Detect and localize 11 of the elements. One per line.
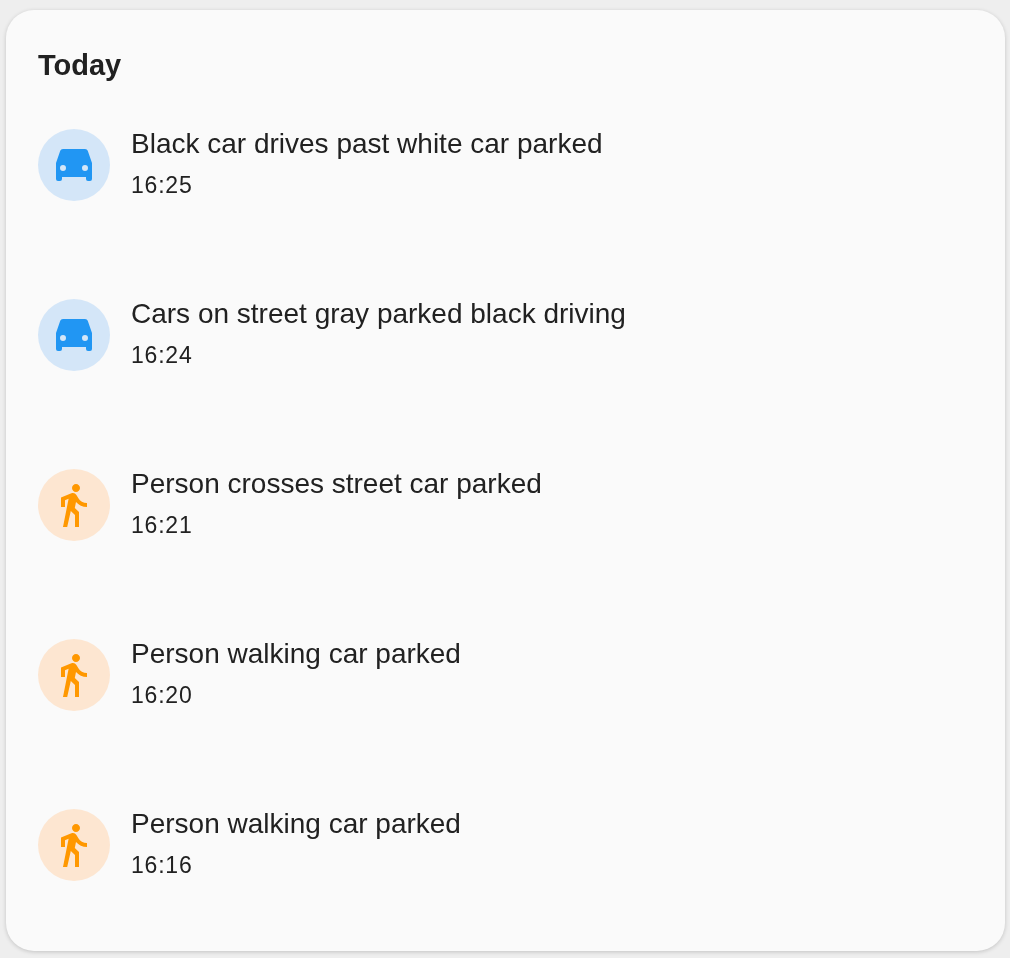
section-title: Today bbox=[38, 48, 122, 82]
event-time: 16:16 bbox=[131, 851, 193, 879]
event-time: 16:25 bbox=[131, 171, 193, 199]
event-time: 16:21 bbox=[131, 511, 193, 539]
event-title: Person walking car parked bbox=[131, 639, 461, 669]
event-time: 16:20 bbox=[131, 681, 193, 709]
event-time: 16:24 bbox=[131, 341, 193, 369]
event-title: Cars on street gray parked black driving bbox=[131, 299, 626, 329]
event-title: Person crosses street car parked bbox=[131, 469, 542, 499]
event-title: Person walking car parked bbox=[131, 809, 461, 839]
event-title: Black car drives past white car parked bbox=[131, 129, 603, 159]
